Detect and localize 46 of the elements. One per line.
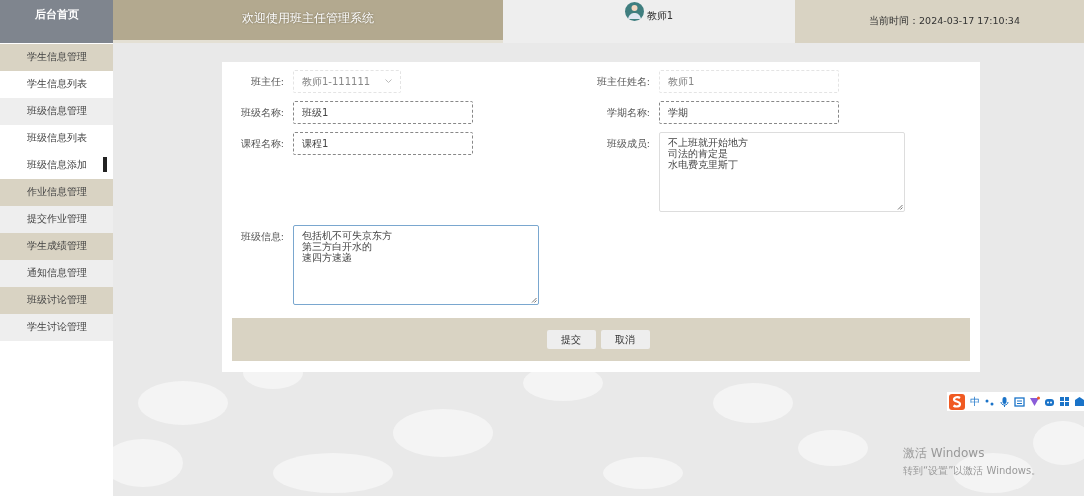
microphone-icon[interactable]	[999, 396, 1010, 407]
user-name: 教师1	[646, 9, 674, 23]
sidebar-item[interactable]: 作业信息管理	[0, 179, 113, 206]
ime-logo-icon[interactable]	[948, 392, 966, 411]
activation-title: 激活 Windows	[903, 445, 986, 462]
activation-hint: 转到“设置”以激活 Windows。	[903, 464, 1042, 478]
text-line: 司法的肯定是	[668, 148, 728, 159]
text-area[interactable]: 不上班就开始地方 司法的肯定是 水电费克里斯丁	[659, 132, 905, 212]
chevron-down-icon	[385, 79, 392, 84]
resize-grip-icon[interactable]	[531, 297, 537, 303]
cancel-button[interactable]: 取消	[600, 330, 650, 349]
field-label: 班主任姓名:	[595, 75, 650, 89]
system-title: 欢迎使用班主任管理系统	[113, 0, 503, 43]
grid-icon[interactable]	[1059, 396, 1070, 407]
selection-marker	[103, 157, 107, 172]
home-link[interactable]: 后台首页	[0, 0, 113, 43]
robot-icon[interactable]	[1044, 396, 1055, 407]
text-line: 不上班就开始地方	[668, 137, 748, 148]
submit-button[interactable]: 提交	[546, 330, 596, 349]
text-line: 包括机不可失京东方	[302, 230, 392, 241]
current-time: 当前时间：2024-03-17 17:10:34	[795, 0, 1084, 43]
sidebar-item[interactable]: 学生信息管理	[0, 44, 113, 71]
text-line: 速四方速递	[302, 252, 352, 263]
sidebar-item[interactable]: 通知信息管理	[0, 260, 113, 287]
sidebar-item[interactable]: 班级信息管理	[0, 98, 113, 125]
sidebar-item[interactable]: 学生讨论管理	[0, 314, 113, 341]
input-field[interactable]: 班级1	[293, 101, 473, 124]
input-field[interactable]: 课程1	[293, 132, 473, 155]
field-label: 班级成员:	[605, 137, 650, 151]
field-label: 班级信息:	[239, 230, 284, 244]
sidebar-item[interactable]: 提交作业管理	[0, 206, 113, 233]
resize-grip-icon[interactable]	[897, 204, 903, 210]
ime-mode-toggle[interactable]: 中	[970, 394, 980, 409]
field-label: 学期名称:	[605, 106, 650, 120]
text-line: 水电费克里斯丁	[668, 159, 738, 170]
text-area[interactable]: 包括机不可失京东方 第三方白开水的 速四方速递	[293, 225, 539, 305]
sidebar-item[interactable]: 学生成绩管理	[0, 233, 113, 260]
input-field[interactable]: 学期	[659, 101, 839, 124]
field-label: 班级名称:	[239, 106, 284, 120]
field-label: 课程名称:	[239, 137, 284, 151]
text-line: 第三方白开水的	[302, 241, 372, 252]
keyboard-icon[interactable]	[1014, 396, 1025, 407]
sidebar-item[interactable]: 班级讨论管理	[0, 287, 113, 314]
avatar-icon[interactable]	[624, 1, 644, 22]
skin-icon[interactable]	[1029, 396, 1040, 407]
field-label: 班主任:	[249, 75, 284, 89]
